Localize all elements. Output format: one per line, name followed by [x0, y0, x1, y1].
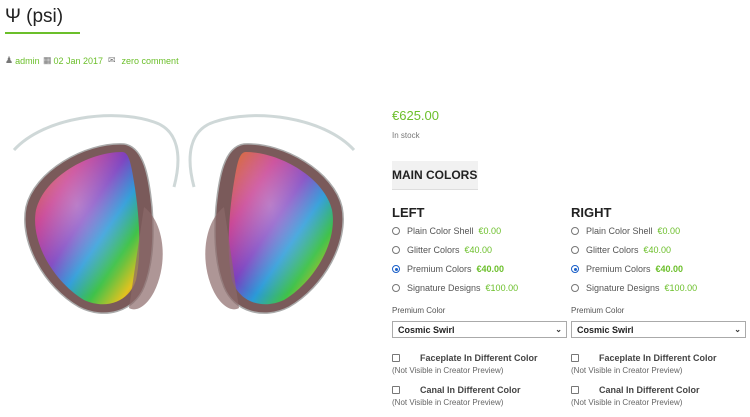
left-faceplate-checkbox[interactable] — [392, 354, 400, 362]
radio-button-checked[interactable] — [392, 265, 400, 273]
right-faceplate-checkbox[interactable] — [571, 354, 579, 362]
left-premium-color-select[interactable]: Cosmic Swirl ⌄ — [392, 321, 567, 338]
post-date[interactable]: ▦ 02 Jan 2017 — [43, 55, 103, 66]
option-price: €40.00 — [655, 264, 684, 274]
right-canal-note: (Not Visible in Creator Preview) — [571, 398, 683, 407]
radio-button[interactable] — [571, 284, 579, 292]
calendar-icon: ▦ — [43, 55, 52, 65]
right-option-premium[interactable]: Premium Colors €40.00 — [571, 264, 683, 274]
comments-link[interactable]: zero comment — [122, 56, 179, 66]
left-option-signature[interactable]: Signature Designs €100.00 — [392, 283, 518, 293]
radio-button[interactable] — [392, 227, 400, 235]
product-price: €625.00 — [392, 108, 439, 123]
date-link[interactable]: 02 Jan 2017 — [54, 56, 104, 66]
option-label: Signature Designs — [586, 283, 660, 293]
page-title: Ψ (psi) — [5, 6, 64, 27]
option-price: €0.00 — [478, 226, 502, 236]
left-canal-label: Canal In Different Color — [420, 385, 521, 395]
right-heading: RIGHT — [571, 205, 612, 220]
comment-icon: ✉ — [108, 55, 116, 65]
post-author[interactable]: ♟ admin — [5, 55, 40, 66]
product-image[interactable] — [4, 112, 364, 327]
left-option-glitter[interactable]: Glitter Colors €40.00 — [392, 245, 492, 255]
chevron-down-icon: ⌄ — [555, 325, 562, 334]
left-option-plain[interactable]: Plain Color Shell €0.00 — [392, 226, 501, 236]
author-link[interactable]: admin — [15, 56, 40, 66]
option-label: Premium Colors — [407, 264, 472, 274]
user-icon: ♟ — [5, 55, 14, 65]
radio-button[interactable] — [571, 246, 579, 254]
right-canal-checkbox[interactable] — [571, 386, 579, 394]
right-option-signature[interactable]: Signature Designs €100.00 — [571, 283, 697, 293]
title-underline — [5, 32, 80, 34]
option-price: €100.00 — [664, 283, 698, 293]
post-comments[interactable]: ✉ zero comment — [108, 55, 179, 66]
left-canal-checkbox[interactable] — [392, 386, 400, 394]
right-faceplate-note: (Not Visible in Creator Preview) — [571, 366, 683, 375]
option-label: Premium Colors — [586, 264, 651, 274]
option-label: Plain Color Shell — [407, 226, 474, 236]
right-premium-color-select[interactable]: Cosmic Swirl ⌄ — [571, 321, 746, 338]
right-faceplate-label: Faceplate In Different Color — [599, 353, 717, 363]
option-price: €40.00 — [643, 245, 672, 255]
left-heading: LEFT — [392, 205, 425, 220]
option-label: Plain Color Shell — [586, 226, 653, 236]
left-faceplate-note: (Not Visible in Creator Preview) — [392, 366, 504, 375]
option-label: Signature Designs — [407, 283, 481, 293]
option-price: €100.00 — [485, 283, 519, 293]
stock-status: In stock — [392, 131, 420, 140]
left-canal-note: (Not Visible in Creator Preview) — [392, 398, 504, 407]
right-canal-label: Canal In Different Color — [599, 385, 700, 395]
left-premium-color-label: Premium Color — [392, 306, 446, 315]
radio-button-checked[interactable] — [571, 265, 579, 273]
option-label: Glitter Colors — [586, 245, 639, 255]
main-colors-heading: MAIN COLORS — [392, 161, 478, 190]
left-faceplate-label: Faceplate In Different Color — [420, 353, 538, 363]
right-option-glitter[interactable]: Glitter Colors €40.00 — [571, 245, 671, 255]
option-price: €0.00 — [657, 226, 681, 236]
chevron-down-icon: ⌄ — [734, 325, 741, 334]
option-price: €40.00 — [464, 245, 493, 255]
right-option-plain[interactable]: Plain Color Shell €0.00 — [571, 226, 680, 236]
select-value: Cosmic Swirl — [577, 324, 634, 335]
option-price: €40.00 — [476, 264, 505, 274]
radio-button[interactable] — [392, 284, 400, 292]
option-label: Glitter Colors — [407, 245, 460, 255]
select-value: Cosmic Swirl — [398, 324, 455, 335]
radio-button[interactable] — [392, 246, 400, 254]
left-option-premium[interactable]: Premium Colors €40.00 — [392, 264, 504, 274]
radio-button[interactable] — [571, 227, 579, 235]
right-premium-color-label: Premium Color — [571, 306, 625, 315]
